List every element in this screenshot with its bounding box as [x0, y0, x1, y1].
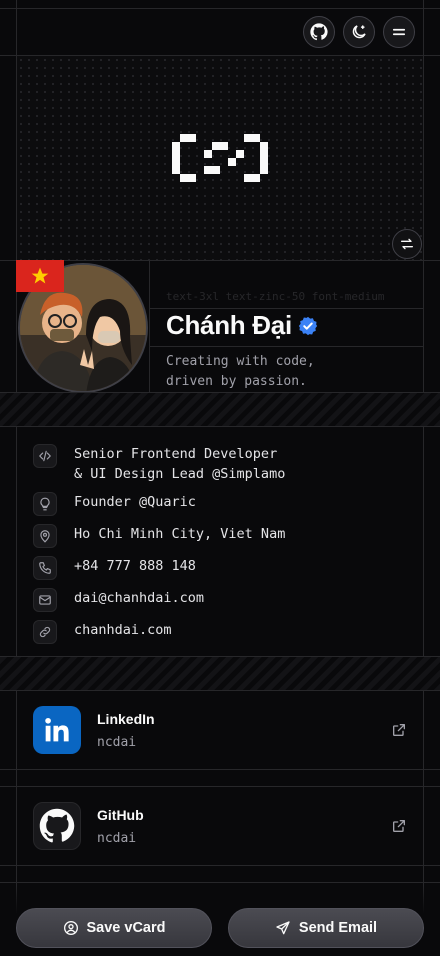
moon-icon — [352, 25, 366, 39]
social-link-github[interactable]: GitHub ncdai — [17, 787, 423, 865]
send-email-button[interactable]: Send Email — [228, 908, 424, 948]
link-icon — [33, 620, 57, 644]
tagline: Creating with code, driven by passion. — [166, 352, 406, 392]
social-title: GitHub — [97, 807, 144, 823]
divider — [0, 882, 440, 883]
info-row-email[interactable]: dai@chanhdai.com — [33, 588, 204, 612]
menu-button[interactable] — [383, 16, 415, 48]
star-icon — [31, 267, 49, 284]
social-handle: ncdai — [97, 831, 137, 846]
swap-cover-button[interactable] — [392, 229, 422, 259]
github-icon — [310, 23, 328, 41]
user-circle-icon — [63, 921, 78, 935]
map-pin-icon — [33, 524, 57, 548]
website-link[interactable]: chanhdai.com — [74, 620, 172, 640]
send-email-label: Send Email — [298, 920, 378, 936]
cover-banner — [17, 56, 423, 260]
mail-icon — [33, 588, 57, 612]
swap-icon — [401, 238, 413, 250]
verified-badge-icon — [298, 316, 318, 335]
email-link[interactable]: dai@chanhdai.com — [74, 588, 204, 608]
divider — [0, 865, 440, 866]
section-separator — [0, 393, 440, 426]
divider — [149, 308, 423, 309]
flag-vietnam — [16, 260, 64, 292]
tagline-line: Creating with code, — [166, 354, 315, 369]
class-hint-text: text-3xl text-zinc-50 font-medium — [166, 290, 385, 303]
social-link-linkedin[interactable]: LinkedIn ncdai — [17, 691, 423, 769]
social-handle: ncdai — [97, 735, 137, 750]
guide-line-right — [423, 0, 424, 956]
external-link-icon — [393, 820, 405, 832]
info-row-job: Senior Frontend Developer & UI Design Le… — [33, 444, 285, 484]
section-separator — [0, 657, 440, 690]
lightbulb-icon — [33, 492, 57, 516]
info-row-website[interactable]: chanhdai.com — [33, 620, 172, 644]
phone-icon — [33, 556, 57, 580]
info-row-phone[interactable]: +84 777 888 148 — [33, 556, 196, 580]
info-row-location: Ho Chi Minh City, Viet Nam — [33, 524, 285, 548]
info-text-line: Senior Frontend Developer — [74, 446, 278, 462]
github-button[interactable] — [303, 16, 335, 48]
save-vcard-label: Save vCard — [86, 920, 166, 936]
founder-text: Founder @Quaric — [74, 494, 196, 510]
profile-name: Chánh Đại — [166, 310, 318, 341]
profile-name-text: Chánh Đại — [166, 310, 292, 340]
phone-link[interactable]: +84 777 888 148 — [74, 556, 196, 576]
external-link-icon — [393, 724, 405, 736]
divider — [149, 260, 150, 392]
job-title: Senior Frontend Developer & UI Design Le… — [74, 444, 285, 484]
location-text: Ho Chi Minh City, Viet Nam — [74, 526, 286, 542]
social-title: LinkedIn — [97, 711, 155, 727]
github-icon — [33, 802, 81, 850]
guide-line — [0, 260, 440, 261]
divider — [149, 346, 423, 347]
theme-toggle-button[interactable] — [343, 16, 375, 48]
info-row-founder: Founder @Quaric — [33, 492, 196, 516]
logo-icon — [172, 134, 268, 182]
linkedin-icon — [33, 706, 81, 754]
info-text-line: & UI Design Lead @Simplamo — [74, 466, 286, 482]
save-vcard-button[interactable]: Save vCard — [16, 908, 212, 948]
send-icon — [276, 921, 290, 935]
divider — [0, 769, 440, 770]
tagline-line: driven by passion. — [166, 374, 307, 389]
code-icon — [33, 444, 57, 468]
divider — [0, 426, 440, 427]
top-bar — [0, 0, 440, 56]
menu-icon — [392, 28, 406, 36]
